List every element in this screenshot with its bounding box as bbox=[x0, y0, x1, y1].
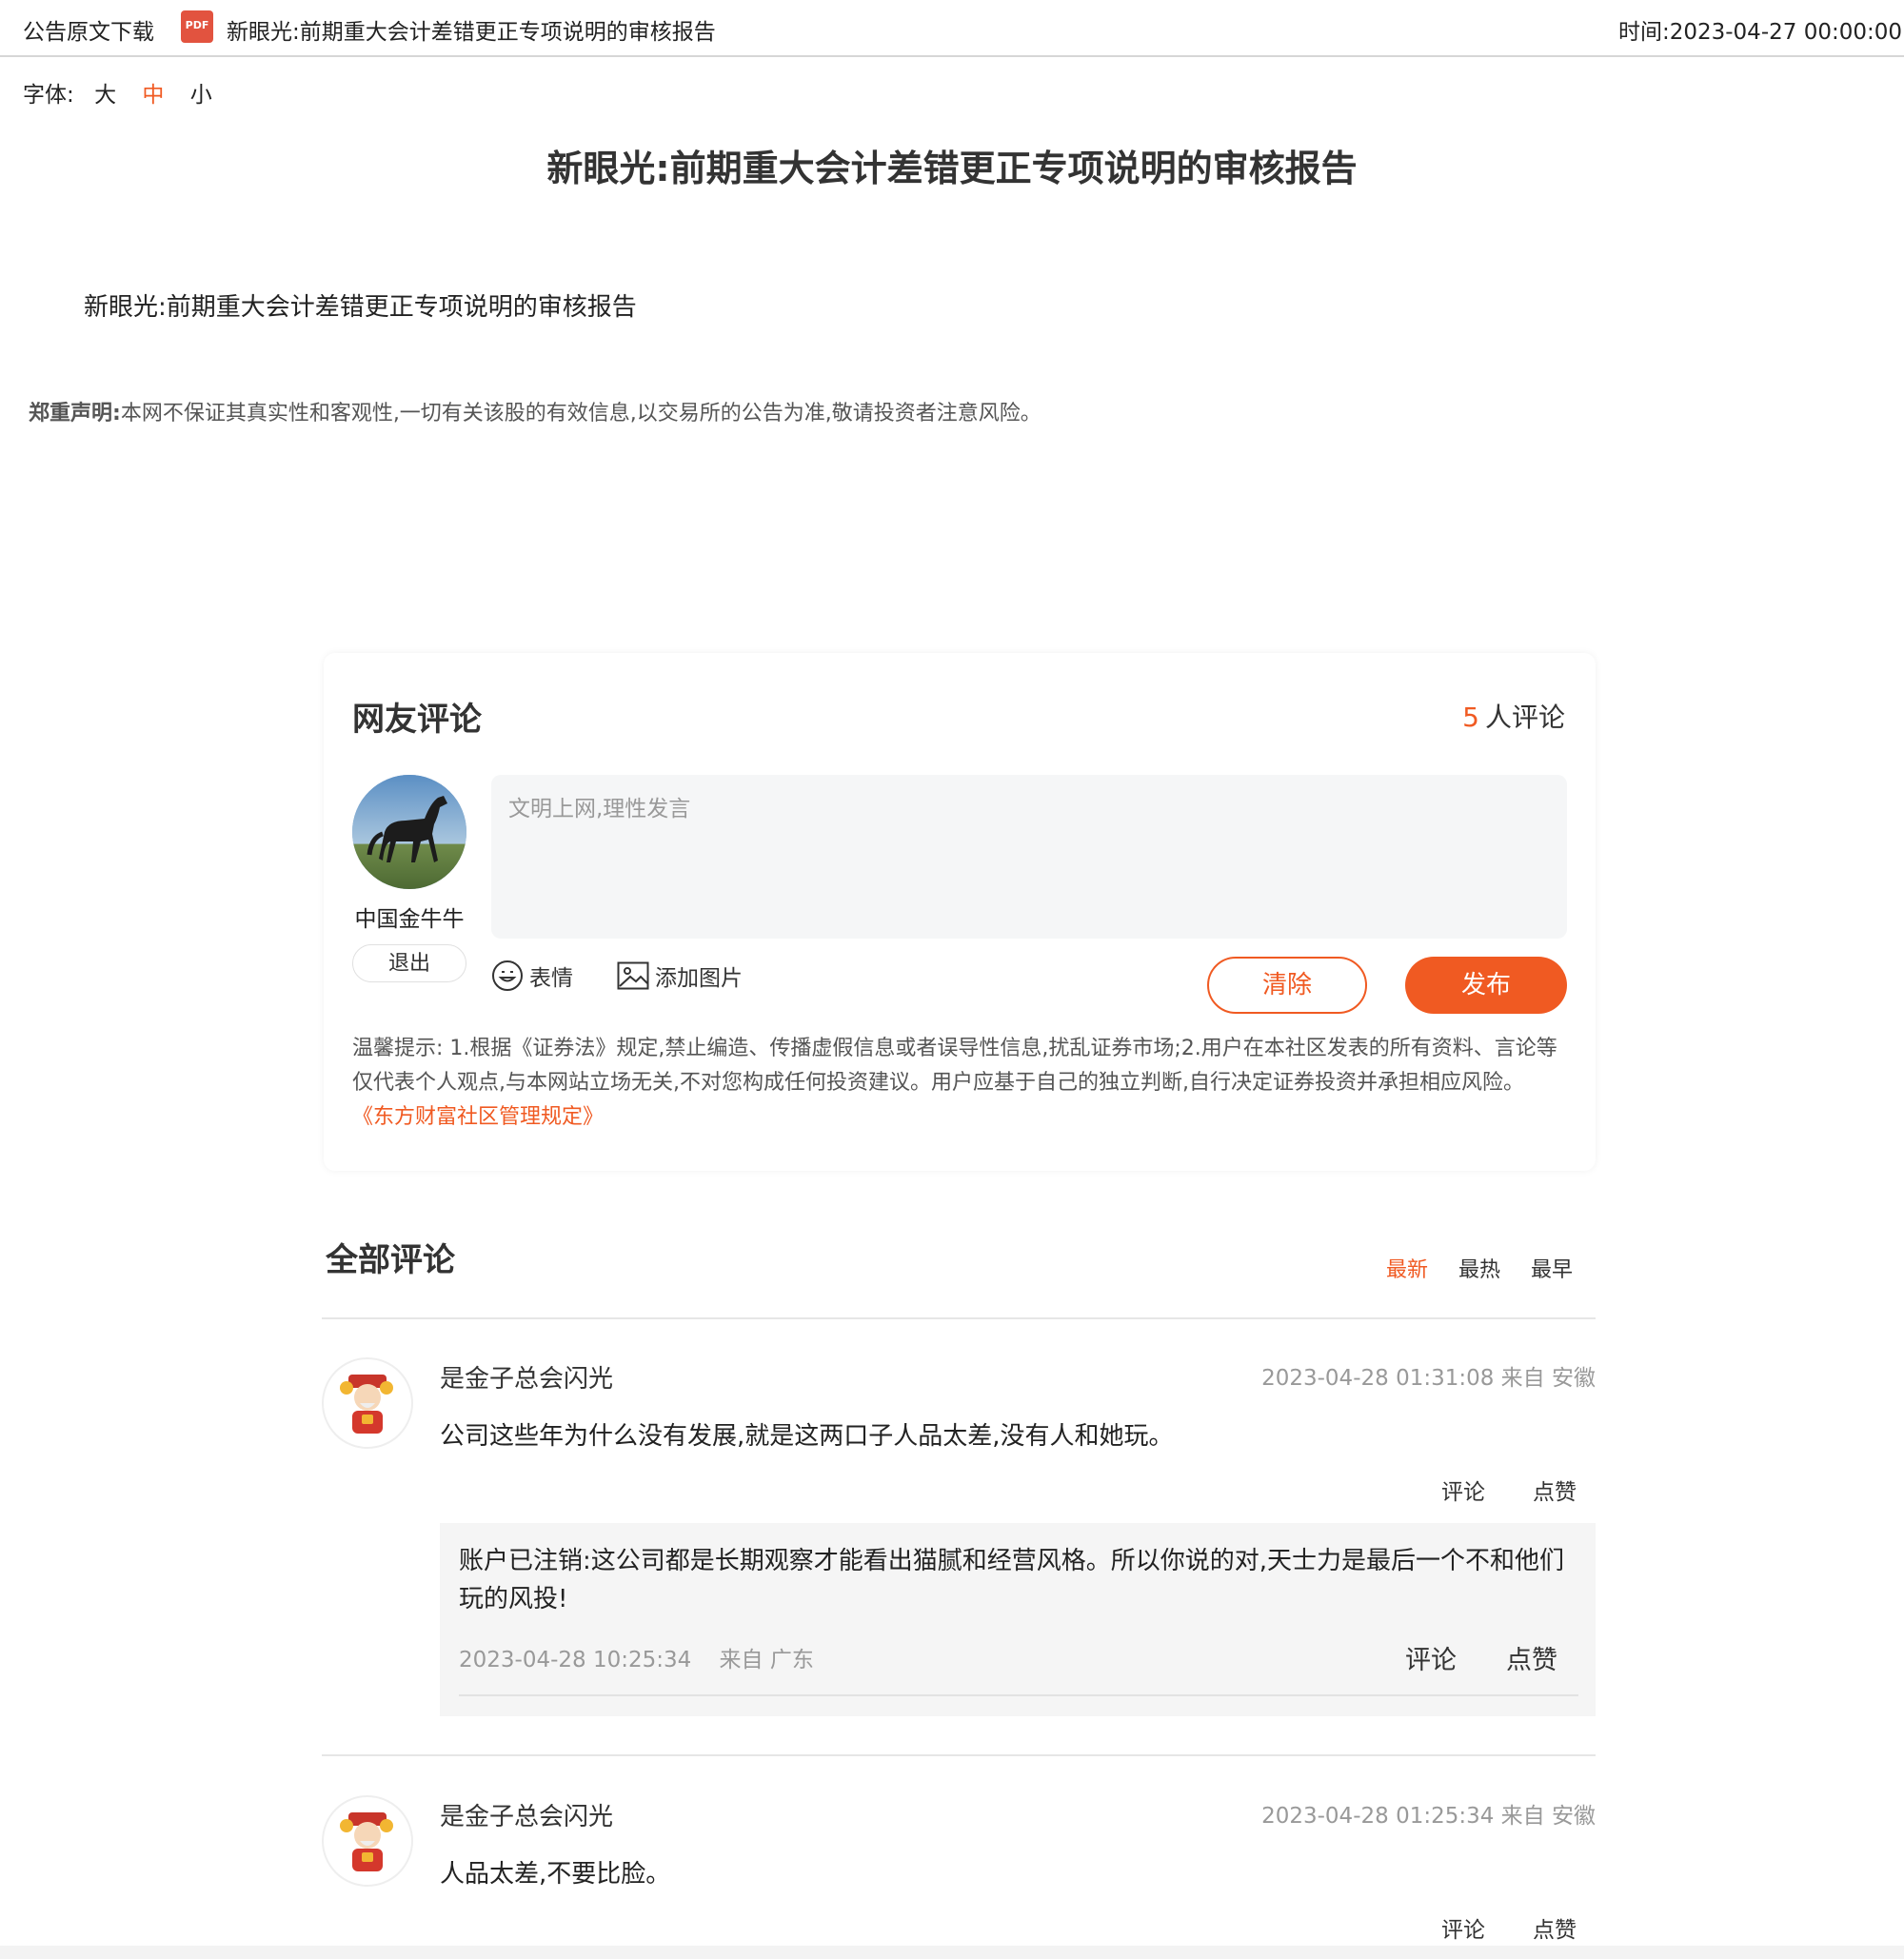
font-size-small[interactable]: 小 bbox=[190, 83, 212, 108]
caishen-avatar-icon bbox=[340, 1812, 393, 1871]
reply-divider bbox=[459, 1694, 1578, 1696]
sort-earliest[interactable]: 最早 bbox=[1531, 1253, 1573, 1283]
post-button[interactable]: 发布 bbox=[1405, 957, 1567, 1014]
comment-count: 5 人评论 bbox=[1462, 697, 1565, 735]
pdf-icon[interactable]: PDF bbox=[181, 10, 213, 43]
horse-avatar-image bbox=[352, 775, 466, 889]
community-rules-link[interactable]: 《东方财富社区管理规定》 bbox=[352, 1105, 604, 1129]
comment-like-button[interactable]: 点赞 bbox=[1533, 1474, 1577, 1506]
warm-tip: 温馨提示: 1.根据《证券法》规定,禁止编造、传播虚假信息或者误导性信息,扰乱证… bbox=[352, 1032, 1571, 1135]
comment-input[interactable] bbox=[491, 775, 1567, 939]
sort-newest[interactable]: 最新 bbox=[1386, 1253, 1428, 1283]
all-comments-title: 全部评论 bbox=[326, 1241, 455, 1279]
divider bbox=[322, 1317, 1596, 1319]
publish-time: 时间:2023-04-27 00:00:00 bbox=[1618, 13, 1902, 46]
caishen-avatar-icon bbox=[340, 1375, 393, 1434]
comment-text: 人品太差,不要比脸。 bbox=[440, 1860, 671, 1889]
comment-like-button[interactable]: 点赞 bbox=[1533, 1911, 1577, 1944]
image-icon bbox=[617, 961, 649, 990]
add-image-button[interactable]: 添加图片 bbox=[617, 958, 743, 994]
warm-tip-text: 温馨提示: 1.根据《证券法》规定,禁止编造、传播虚假信息或者误导性信息,扰乱证… bbox=[352, 1037, 1557, 1095]
pdf-icon-text: PDF bbox=[185, 19, 209, 31]
divider bbox=[322, 1754, 1596, 1756]
reply-reply-button[interactable]: 评论 bbox=[1405, 1639, 1457, 1676]
comment-count-number: 5 bbox=[1462, 702, 1479, 733]
disclaimer: 郑重声明:本网不保证其真实性和客观性,一切有关该股的有效信息,以交易所的公告为准… bbox=[29, 396, 1041, 426]
font-size-medium[interactable]: 中 bbox=[142, 83, 164, 108]
reply-meta: 2023-04-28 10:25:34 来自 广东 bbox=[459, 1641, 814, 1673]
comment-meta: 2023-04-28 01:25:34 来自 安徽 bbox=[1261, 1804, 1596, 1829]
reply-location: 来自 广东 bbox=[719, 1648, 814, 1672]
sort-hottest[interactable]: 最热 bbox=[1458, 1253, 1500, 1283]
reply-like-button[interactable]: 点赞 bbox=[1506, 1639, 1557, 1676]
commenter-avatar[interactable] bbox=[322, 1795, 413, 1887]
username: 中国金牛牛 bbox=[354, 907, 465, 932]
emoji-label: 表情 bbox=[529, 966, 573, 991]
add-image-label: 添加图片 bbox=[655, 966, 743, 991]
user-avatar[interactable] bbox=[352, 775, 466, 889]
reply-time: 2023-04-28 10:25:34 bbox=[459, 1648, 692, 1672]
disclaimer-text: 本网不保证其真实性和客观性,一切有关该股的有效信息,以交易所的公告为准,敬请投资… bbox=[120, 402, 1041, 425]
download-original-link[interactable]: 公告原文下载 bbox=[23, 13, 154, 46]
comment-reply-button[interactable]: 评论 bbox=[1441, 1911, 1485, 1944]
disclaimer-label: 郑重声明: bbox=[29, 402, 121, 425]
commenter-avatar[interactable] bbox=[322, 1357, 413, 1449]
comment-meta: 2023-04-28 01:31:08 来自 安徽 bbox=[1261, 1366, 1596, 1391]
emoji-button[interactable]: 表情 bbox=[491, 958, 573, 994]
logout-button[interactable]: 退出 bbox=[352, 944, 466, 982]
comment-count-suffix: 人评论 bbox=[1484, 702, 1565, 733]
horizontal-scrollbar[interactable] bbox=[0, 1946, 1904, 1959]
article-body: 新眼光:前期重大会计差错更正专项说明的审核报告 bbox=[84, 293, 637, 322]
reply-text: 账户已注销:这公司都是长期观察才能看出猫腻和经营风格。所以你说的对,天士力是最后… bbox=[459, 1547, 1565, 1613]
font-size-large[interactable]: 大 bbox=[94, 83, 116, 108]
time-label: 时间: bbox=[1617, 20, 1670, 45]
clear-button[interactable]: 清除 bbox=[1207, 957, 1367, 1014]
pdf-document-link[interactable]: 新眼光:前期重大会计差错更正专项说明的审核报告 bbox=[227, 13, 716, 46]
comment-editor-title: 网友评论 bbox=[352, 701, 482, 739]
emoji-icon bbox=[492, 960, 523, 991]
font-size-switch: 字体: 大 中 小 bbox=[23, 76, 231, 109]
commenter-name[interactable]: 是金子总会闪光 bbox=[440, 1797, 613, 1832]
comment-reply-button[interactable]: 评论 bbox=[1441, 1474, 1485, 1506]
font-size-label: 字体: bbox=[23, 83, 74, 108]
page-title: 新眼光:前期重大会计差错更正专项说明的审核报告 bbox=[546, 148, 1358, 189]
time-value: 2023-04-27 00:00:00 bbox=[1669, 20, 1902, 45]
comment-text: 公司这些年为什么没有发展,就是这两口子人品太差,没有人和她玩。 bbox=[440, 1422, 1174, 1451]
commenter-name[interactable]: 是金子总会闪光 bbox=[440, 1359, 613, 1395]
